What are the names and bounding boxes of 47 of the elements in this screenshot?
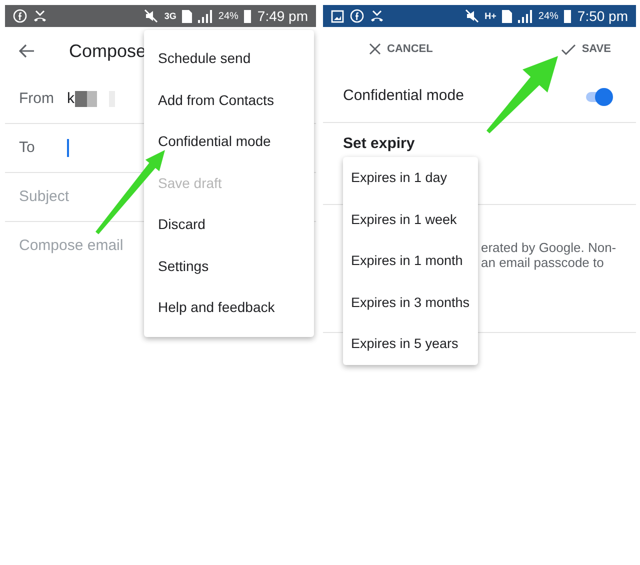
sim-card-icon	[182, 10, 192, 22]
image-icon	[331, 10, 344, 22]
menu-item[interactable]: Discard	[144, 204, 314, 246]
screen-title: Compose	[69, 40, 146, 63]
battery-icon	[244, 9, 252, 23]
close-icon	[369, 43, 381, 55]
network-type: H+	[484, 12, 496, 20]
signal-icon	[198, 10, 212, 22]
sim-card-icon	[502, 10, 512, 22]
battery-percent: 24%	[538, 10, 558, 24]
menu-item[interactable]: Expires in 5 years	[343, 323, 478, 364]
menu-item[interactable]: Help and feedback	[144, 287, 314, 328]
muted-speaker-icon	[144, 9, 158, 23]
menu-item[interactable]: Expires in 1 week	[343, 198, 478, 240]
clock-time: 7:50 pm	[577, 6, 628, 26]
check-icon	[560, 44, 576, 54]
menu-item[interactable]: Expires in 3 months	[343, 282, 478, 323]
description-text: erated by Google. Non-	[481, 240, 618, 255]
save-button[interactable]: SAVE	[556, 38, 615, 60]
toggle-switch[interactable]	[584, 86, 614, 106]
facebook-icon	[13, 9, 27, 23]
field-label: From	[19, 88, 55, 109]
clock-time: 7:49 pm	[257, 6, 308, 26]
menu-item: Save draft	[157, 174, 223, 192]
description-text: an email passcode to	[481, 255, 605, 270]
cancel-button[interactable]: CANCEL	[365, 38, 437, 60]
menu-item[interactable]: Schedule send	[144, 38, 314, 80]
missed-call-icon	[33, 9, 47, 23]
field-label: To	[19, 138, 36, 158]
back-arrow-icon[interactable]	[19, 44, 35, 58]
sender-address: k	[67, 88, 74, 109]
menu-item[interactable]: Add from Contacts	[144, 80, 314, 121]
network-type: 3G	[164, 12, 176, 20]
muted-speaker-icon	[464, 9, 479, 23]
blurred-address-drawing	[74, 91, 114, 107]
section-heading: Set expiry	[343, 134, 416, 154]
menu-item[interactable]: Expires in 1 day	[343, 157, 478, 198]
signal-icon	[518, 10, 532, 22]
missed-call-icon	[370, 9, 384, 23]
battery-icon	[564, 9, 572, 23]
setting-label: Confidential mode	[343, 86, 465, 106]
menu-item[interactable]: Expires in 1 month	[343, 240, 478, 282]
facebook-icon	[350, 9, 364, 23]
menu-item[interactable]: Confidential mode	[144, 121, 314, 162]
text-cursor	[67, 139, 68, 157]
battery-percent: 24%	[218, 10, 238, 24]
menu-item[interactable]: Settings	[144, 246, 314, 287]
